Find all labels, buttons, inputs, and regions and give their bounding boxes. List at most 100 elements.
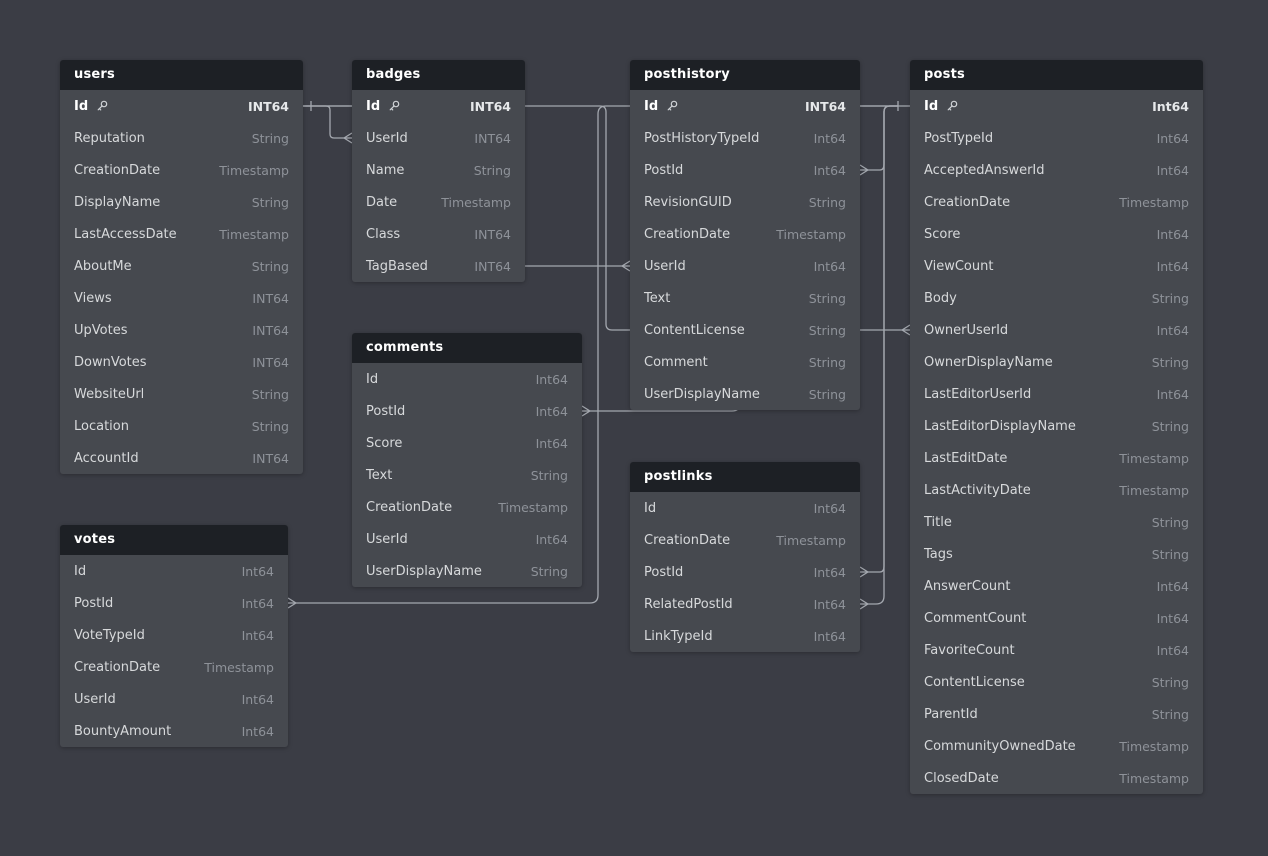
field-row-posthistory-UserId[interactable]: UserIdInt64 [630, 250, 860, 282]
field-type: INT64 [470, 99, 511, 114]
field-row-comments-UserId[interactable]: UserIdInt64 [352, 523, 582, 555]
table-card-users[interactable]: usersIdINT64ReputationStringCreationDate… [60, 60, 303, 474]
field-row-comments-PostId[interactable]: PostIdInt64 [352, 395, 582, 427]
table-card-posthistory[interactable]: posthistoryIdINT64PostHistoryTypeIdInt64… [630, 60, 860, 410]
field-row-posthistory-ContentLicense[interactable]: ContentLicenseString [630, 314, 860, 346]
table-header-postlinks[interactable]: postlinks [630, 462, 860, 492]
field-row-posthistory-PostHistoryTypeId[interactable]: PostHistoryTypeIdInt64 [630, 122, 860, 154]
field-row-posthistory-Comment[interactable]: CommentString [630, 346, 860, 378]
field-row-users-Id[interactable]: IdINT64 [60, 90, 303, 122]
field-name: WebsiteUrl [74, 387, 144, 402]
field-type: Timestamp [204, 660, 274, 675]
field-row-posts-LastEditorDisplayName[interactable]: LastEditorDisplayNameString [910, 410, 1203, 442]
field-row-posts-ContentLicense[interactable]: ContentLicenseString [910, 666, 1203, 698]
field-type: INT64 [252, 291, 289, 306]
table-header-comments[interactable]: comments [352, 333, 582, 363]
field-row-users-Reputation[interactable]: ReputationString [60, 122, 303, 154]
field-row-postlinks-Id[interactable]: IdInt64 [630, 492, 860, 524]
field-name: Score [366, 436, 402, 451]
field-row-posthistory-CreationDate[interactable]: CreationDateTimestamp [630, 218, 860, 250]
field-row-posts-OwnerUserId[interactable]: OwnerUserIdInt64 [910, 314, 1203, 346]
field-type: Int64 [1157, 643, 1189, 658]
field-row-postlinks-PostId[interactable]: PostIdInt64 [630, 556, 860, 588]
field-row-badges-Id[interactable]: IdINT64 [352, 90, 525, 122]
field-row-posts-CommunityOwnedDate[interactable]: CommunityOwnedDateTimestamp [910, 730, 1203, 762]
field-row-badges-Name[interactable]: NameString [352, 154, 525, 186]
table-card-comments[interactable]: commentsIdInt64PostIdInt64ScoreInt64Text… [352, 333, 582, 587]
field-row-badges-TagBased[interactable]: TagBasedINT64 [352, 250, 525, 282]
field-row-posts-Id[interactable]: IdInt64 [910, 90, 1203, 122]
field-row-votes-PostId[interactable]: PostIdInt64 [60, 587, 288, 619]
field-row-posts-LastEditDate[interactable]: LastEditDateTimestamp [910, 442, 1203, 474]
field-name: LastEditorDisplayName [924, 419, 1076, 434]
table-header-posts[interactable]: posts [910, 60, 1203, 90]
field-row-users-WebsiteUrl[interactable]: WebsiteUrlString [60, 378, 303, 410]
field-type: Int64 [242, 596, 274, 611]
field-row-postlinks-LinkTypeId[interactable]: LinkTypeIdInt64 [630, 620, 860, 652]
primary-key-icon [946, 100, 958, 112]
field-name: ParentId [924, 707, 978, 722]
field-row-badges-Class[interactable]: ClassINT64 [352, 218, 525, 250]
field-name: Title [924, 515, 952, 530]
field-row-users-CreationDate[interactable]: CreationDateTimestamp [60, 154, 303, 186]
field-row-posthistory-RevisionGUID[interactable]: RevisionGUIDString [630, 186, 860, 218]
field-row-badges-Date[interactable]: DateTimestamp [352, 186, 525, 218]
field-row-votes-VoteTypeId[interactable]: VoteTypeIdInt64 [60, 619, 288, 651]
field-row-posts-FavoriteCount[interactable]: FavoriteCountInt64 [910, 634, 1203, 666]
field-row-votes-Id[interactable]: IdInt64 [60, 555, 288, 587]
field-row-postlinks-CreationDate[interactable]: CreationDateTimestamp [630, 524, 860, 556]
field-name: ViewCount [924, 259, 993, 274]
field-row-posts-LastActivityDate[interactable]: LastActivityDateTimestamp [910, 474, 1203, 506]
field-row-posts-Score[interactable]: ScoreInt64 [910, 218, 1203, 250]
field-row-users-Location[interactable]: LocationString [60, 410, 303, 442]
field-row-comments-Text[interactable]: TextString [352, 459, 582, 491]
field-row-posts-LastEditorUserId[interactable]: LastEditorUserIdInt64 [910, 378, 1203, 410]
field-row-users-Views[interactable]: ViewsINT64 [60, 282, 303, 314]
field-row-votes-CreationDate[interactable]: CreationDateTimestamp [60, 651, 288, 683]
field-row-postlinks-RelatedPostId[interactable]: RelatedPostIdInt64 [630, 588, 860, 620]
field-type: INT64 [252, 323, 289, 338]
field-row-users-LastAccessDate[interactable]: LastAccessDateTimestamp [60, 218, 303, 250]
field-row-posthistory-UserDisplayName[interactable]: UserDisplayNameString [630, 378, 860, 410]
field-row-posts-ParentId[interactable]: ParentIdString [910, 698, 1203, 730]
field-row-posthistory-Text[interactable]: TextString [630, 282, 860, 314]
field-row-votes-UserId[interactable]: UserIdInt64 [60, 683, 288, 715]
field-row-users-DisplayName[interactable]: DisplayNameString [60, 186, 303, 218]
field-row-posts-ViewCount[interactable]: ViewCountInt64 [910, 250, 1203, 282]
field-row-comments-UserDisplayName[interactable]: UserDisplayNameString [352, 555, 582, 587]
table-header-badges[interactable]: badges [352, 60, 525, 90]
field-row-badges-UserId[interactable]: UserIdINT64 [352, 122, 525, 154]
table-header-posthistory[interactable]: posthistory [630, 60, 860, 90]
field-row-posts-OwnerDisplayName[interactable]: OwnerDisplayNameString [910, 346, 1203, 378]
table-card-posts[interactable]: postsIdInt64PostTypeIdInt64AcceptedAnswe… [910, 60, 1203, 794]
field-row-posts-CreationDate[interactable]: CreationDateTimestamp [910, 186, 1203, 218]
field-row-posthistory-Id[interactable]: IdINT64 [630, 90, 860, 122]
field-row-users-UpVotes[interactable]: UpVotesINT64 [60, 314, 303, 346]
table-header-users[interactable]: users [60, 60, 303, 90]
field-row-users-DownVotes[interactable]: DownVotesINT64 [60, 346, 303, 378]
field-type: String [809, 195, 846, 210]
field-row-posts-CommentCount[interactable]: CommentCountInt64 [910, 602, 1203, 634]
field-row-users-AccountId[interactable]: AccountIdINT64 [60, 442, 303, 474]
table-card-badges[interactable]: badgesIdINT64UserIdINT64NameStringDateTi… [352, 60, 525, 282]
field-row-posts-Body[interactable]: BodyString [910, 282, 1203, 314]
field-row-posts-Tags[interactable]: TagsString [910, 538, 1203, 570]
field-row-posts-AcceptedAnswerId[interactable]: AcceptedAnswerIdInt64 [910, 154, 1203, 186]
table-card-postlinks[interactable]: postlinksIdInt64CreationDateTimestampPos… [630, 462, 860, 652]
field-row-posts-Title[interactable]: TitleString [910, 506, 1203, 538]
field-row-votes-BountyAmount[interactable]: BountyAmountInt64 [60, 715, 288, 747]
table-header-votes[interactable]: votes [60, 525, 288, 555]
table-card-votes[interactable]: votesIdInt64PostIdInt64VoteTypeIdInt64Cr… [60, 525, 288, 747]
er-diagram-canvas[interactable]: usersIdINT64ReputationStringCreationDate… [0, 0, 1268, 856]
field-type: Timestamp [1119, 771, 1189, 786]
field-row-users-AboutMe[interactable]: AboutMeString [60, 250, 303, 282]
field-row-posts-ClosedDate[interactable]: ClosedDateTimestamp [910, 762, 1203, 794]
field-row-posthistory-PostId[interactable]: PostIdInt64 [630, 154, 860, 186]
field-row-posts-PostTypeId[interactable]: PostTypeIdInt64 [910, 122, 1203, 154]
field-type: Int64 [814, 629, 846, 644]
field-row-posts-AnswerCount[interactable]: AnswerCountInt64 [910, 570, 1203, 602]
field-row-comments-Score[interactable]: ScoreInt64 [352, 427, 582, 459]
field-row-comments-Id[interactable]: IdInt64 [352, 363, 582, 395]
field-name: LastActivityDate [924, 483, 1031, 498]
field-row-comments-CreationDate[interactable]: CreationDateTimestamp [352, 491, 582, 523]
